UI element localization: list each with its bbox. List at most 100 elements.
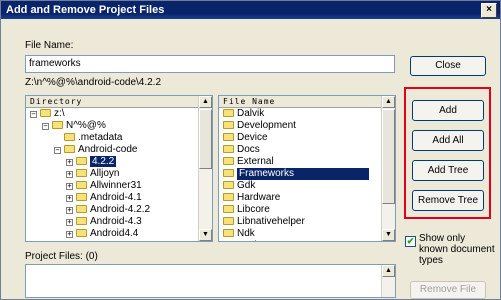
scroll-down-icon[interactable]: ▼	[199, 229, 212, 241]
expand-toggle-icon[interactable]: −	[30, 111, 37, 118]
folder-icon	[223, 169, 234, 177]
add-button[interactable]: Add	[412, 100, 484, 121]
scroll-up-icon[interactable]: ▲	[382, 265, 395, 277]
directory-item-label: Android-4.3	[90, 216, 142, 227]
expand-toggle-icon[interactable]: +	[66, 195, 73, 202]
close-window-icon[interactable]: ×	[481, 3, 497, 18]
folder-icon	[76, 241, 87, 242]
folder-icon	[223, 109, 234, 117]
file-item[interactable]: Gdk	[223, 180, 255, 192]
expand-toggle-icon[interactable]: +	[66, 207, 73, 214]
show-only-checkbox[interactable]: ✔	[405, 236, 416, 247]
scroll-thumb[interactable]	[199, 109, 212, 169]
folder-icon	[40, 109, 51, 117]
file-item-label: Frameworks	[237, 168, 369, 180]
file-name-input[interactable]: frameworks	[25, 55, 395, 73]
scroll-up-icon[interactable]: ▲	[199, 96, 212, 108]
dialog-window: Add and Remove Project Files × File Name…	[0, 0, 501, 300]
folder-icon	[76, 157, 87, 165]
directory-item[interactable]: + Android-4.1	[66, 192, 142, 204]
folder-icon	[223, 181, 234, 189]
file-item[interactable]: Frameworks	[223, 168, 369, 180]
expand-toggle-icon[interactable]: −	[42, 123, 49, 130]
directory-item-label: Android-code	[78, 144, 138, 155]
folder-icon	[223, 205, 234, 213]
directory-item[interactable]: − Android-code	[54, 144, 137, 156]
folder-icon	[223, 157, 234, 165]
expand-toggle-icon[interactable]: −	[54, 147, 61, 154]
file-item-label: Hardware	[237, 192, 281, 203]
directory-tree[interactable]: Directory − z:\ − N^%@% .metadata − Android-co…	[25, 95, 213, 242]
file-item[interactable]: Ndk	[223, 228, 255, 240]
directory-item[interactable]: +CM-Dev-Repo...	[66, 240, 162, 242]
expand-toggle-icon[interactable]: +	[66, 219, 73, 226]
folder-icon	[223, 193, 234, 201]
folder-icon	[76, 229, 87, 237]
file-item-label: Libnativehelper	[237, 216, 305, 227]
directory-item[interactable]: + Android-4.3	[66, 216, 142, 228]
project-files-list[interactable]: ▲	[25, 264, 396, 298]
directory-item-label: CM-Dev-Repo...	[90, 240, 162, 241]
directory-item[interactable]: +4.2.2	[66, 156, 117, 168]
file-item-label: Development	[237, 120, 296, 131]
file-item[interactable]: Docs	[223, 144, 260, 156]
directory-item[interactable]: − N^%@%	[42, 120, 106, 132]
directory-item-label: .metadata	[78, 132, 123, 143]
directory-item-label: Allwinner31	[90, 180, 142, 191]
directory-item[interactable]: − z:\	[30, 108, 65, 120]
expand-toggle-icon[interactable]: +	[66, 231, 73, 238]
directory-item-label: 4.2.2	[90, 156, 117, 167]
directory-item[interactable]: + Android4.4	[66, 228, 138, 240]
project-files-label: Project Files: (0)	[25, 251, 98, 262]
folder-icon	[76, 205, 87, 213]
scroll-up-icon[interactable]: ▲	[382, 96, 395, 108]
show-only-line3: types	[419, 255, 443, 266]
remove-tree-button[interactable]: Remove Tree	[412, 190, 484, 211]
directory-item[interactable]: + Alljoyn	[66, 168, 119, 180]
project-files-scrollbar[interactable]: ▲	[381, 265, 395, 297]
show-only-line1: Show only	[419, 233, 466, 244]
file-item[interactable]: External	[223, 156, 274, 168]
folder-icon	[52, 121, 63, 129]
folder-icon	[223, 241, 234, 242]
directory-item-label: Alljoyn	[90, 168, 120, 179]
folder-icon	[223, 133, 234, 141]
directory-item[interactable]: + Android-4.2.2	[66, 204, 150, 216]
directory-item[interactable]: + Allwinner31	[66, 180, 142, 192]
file-item[interactable]: Device	[223, 132, 268, 144]
folder-icon	[76, 217, 87, 225]
folder-icon	[76, 193, 87, 201]
add-tree-button[interactable]: Add Tree	[412, 160, 484, 181]
remove-file-button[interactable]: Remove File	[410, 281, 486, 299]
file-list[interactable]: File Name Dalvik Development Device Docs Ext…	[218, 95, 396, 242]
add-all-button[interactable]: Add All	[412, 130, 484, 151]
directory-item[interactable]: .metadata	[54, 132, 122, 144]
file-name-header: File Name	[219, 96, 381, 108]
expand-toggle-icon[interactable]: +	[66, 171, 73, 178]
scroll-thumb[interactable]	[382, 109, 395, 204]
file-item[interactable]: Packages	[223, 240, 281, 242]
folder-icon	[223, 229, 234, 237]
file-item-label: Dalvik	[237, 108, 265, 119]
show-only-label: Show only known document types	[419, 233, 495, 266]
directory-item-label: Android-4.1	[90, 192, 142, 203]
file-item[interactable]: Hardware	[223, 192, 280, 204]
file-item-label: Libcore	[237, 204, 270, 215]
show-only-line2: known document	[419, 244, 495, 255]
file-name-label: File Name:	[25, 40, 74, 51]
scroll-down-icon[interactable]: ▼	[382, 229, 395, 241]
file-item[interactable]: Dalvik	[223, 108, 264, 120]
file-item-label: Gdk	[237, 180, 256, 191]
file-item[interactable]: Libnativehelper	[223, 216, 305, 228]
close-button[interactable]: Close	[410, 56, 486, 76]
file-item-label: Ndk	[237, 228, 255, 239]
file-item-label: Packages	[237, 240, 281, 241]
file-list-scrollbar[interactable]: ▲ ▼	[381, 96, 395, 241]
directory-item-label: Android-4.2.2	[90, 204, 151, 215]
folder-icon	[64, 133, 75, 141]
file-item[interactable]: Development	[223, 120, 296, 132]
expand-toggle-icon[interactable]: +	[66, 183, 73, 190]
directory-scrollbar[interactable]: ▲ ▼	[198, 96, 212, 241]
file-item[interactable]: Libcore	[223, 204, 270, 216]
expand-toggle-icon[interactable]: +	[66, 159, 73, 166]
